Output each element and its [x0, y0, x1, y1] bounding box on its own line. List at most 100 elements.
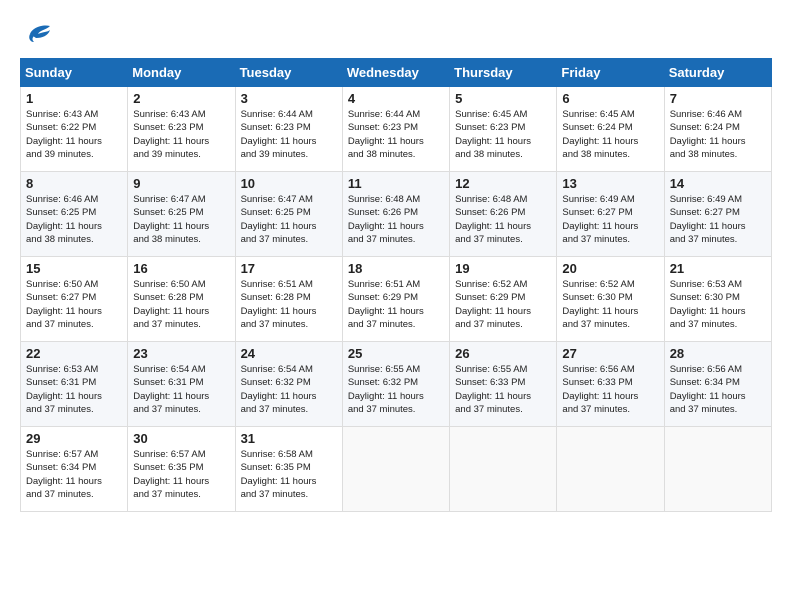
day-info: Sunrise: 6:56 AM Sunset: 6:34 PM Dayligh… [670, 363, 766, 416]
calendar-cell: 10 Sunrise: 6:47 AM Sunset: 6:25 PM Dayli… [235, 172, 342, 257]
calendar-cell: 8 Sunrise: 6:46 AM Sunset: 6:25 PM Daylig… [21, 172, 128, 257]
calendar-cell: 15 Sunrise: 6:50 AM Sunset: 6:27 PM Dayli… [21, 257, 128, 342]
day-info: Sunrise: 6:45 AM Sunset: 6:24 PM Dayligh… [562, 108, 658, 161]
day-info: Sunrise: 6:44 AM Sunset: 6:23 PM Dayligh… [241, 108, 337, 161]
day-number: 9 [133, 176, 229, 191]
calendar-cell: 24Sunrise: 6:54 AM Sunset: 6:32 PM Dayli… [235, 342, 342, 427]
calendar-cell: 19Sunrise: 6:52 AM Sunset: 6:29 PM Dayli… [450, 257, 557, 342]
weekday-header-saturday: Saturday [664, 59, 771, 87]
day-info: Sunrise: 6:53 AM Sunset: 6:30 PM Dayligh… [670, 278, 766, 331]
day-number: 25 [348, 346, 444, 361]
day-number: 20 [562, 261, 658, 276]
day-number: 16 [133, 261, 229, 276]
weekday-header-thursday: Thursday [450, 59, 557, 87]
day-number: 7 [670, 91, 766, 106]
calendar-cell: 20 Sunrise: 6:52 AM Sunset: 6:30 PM Dayli… [557, 257, 664, 342]
day-number: 22 [26, 346, 122, 361]
day-info: Sunrise: 6:57 AM Sunset: 6:35 PM Dayligh… [133, 448, 229, 501]
calendar-cell: 16 Sunrise: 6:50 AM Sunset: 6:28 PM Dayli… [128, 257, 235, 342]
calendar-cell: 5 Sunrise: 6:45 AM Sunset: 6:23 PM Daylig… [450, 87, 557, 172]
calendar-table: SundayMondayTuesdayWednesdayThursdayFrid… [20, 58, 772, 512]
calendar-cell: 27 Sunrise: 6:56 AM Sunset: 6:33 PM Dayli… [557, 342, 664, 427]
day-info: Sunrise: 6:58 AM Sunset: 6:35 PM Dayligh… [241, 448, 337, 501]
calendar-cell [450, 427, 557, 512]
calendar-body: 1 Sunrise: 6:43 AM Sunset: 6:22 PM Daylig… [21, 87, 772, 512]
calendar-week-3: 15 Sunrise: 6:50 AM Sunset: 6:27 PM Dayli… [21, 257, 772, 342]
calendar-cell: 29Sunrise: 6:57 AM Sunset: 6:34 PM Dayli… [21, 427, 128, 512]
calendar-cell: 28 Sunrise: 6:56 AM Sunset: 6:34 PM Dayli… [664, 342, 771, 427]
day-number: 28 [670, 346, 766, 361]
day-number: 12 [455, 176, 551, 191]
calendar-cell: 6 Sunrise: 6:45 AM Sunset: 6:24 PM Daylig… [557, 87, 664, 172]
day-number: 13 [562, 176, 658, 191]
calendar-header: SundayMondayTuesdayWednesdayThursdayFrid… [21, 59, 772, 87]
weekday-header-friday: Friday [557, 59, 664, 87]
day-number: 21 [670, 261, 766, 276]
calendar-cell: 17 Sunrise: 6:51 AM Sunset: 6:28 PM Dayli… [235, 257, 342, 342]
calendar-week-2: 8 Sunrise: 6:46 AM Sunset: 6:25 PM Daylig… [21, 172, 772, 257]
calendar-cell [664, 427, 771, 512]
day-info: Sunrise: 6:54 AM Sunset: 6:32 PM Dayligh… [241, 363, 337, 416]
day-info: Sunrise: 6:48 AM Sunset: 6:26 PM Dayligh… [348, 193, 444, 246]
day-number: 4 [348, 91, 444, 106]
calendar-cell: 21 Sunrise: 6:53 AM Sunset: 6:30 PM Dayli… [664, 257, 771, 342]
day-info: Sunrise: 6:43 AM Sunset: 6:23 PM Dayligh… [133, 108, 229, 161]
day-info: Sunrise: 6:55 AM Sunset: 6:33 PM Dayligh… [455, 363, 551, 416]
calendar-week-5: 29Sunrise: 6:57 AM Sunset: 6:34 PM Dayli… [21, 427, 772, 512]
day-info: Sunrise: 6:56 AM Sunset: 6:33 PM Dayligh… [562, 363, 658, 416]
day-info: Sunrise: 6:49 AM Sunset: 6:27 PM Dayligh… [562, 193, 658, 246]
day-info: Sunrise: 6:47 AM Sunset: 6:25 PM Dayligh… [133, 193, 229, 246]
calendar-week-1: 1 Sunrise: 6:43 AM Sunset: 6:22 PM Daylig… [21, 87, 772, 172]
day-number: 14 [670, 176, 766, 191]
day-info: Sunrise: 6:52 AM Sunset: 6:29 PM Dayligh… [455, 278, 551, 331]
day-number: 15 [26, 261, 122, 276]
day-info: Sunrise: 6:50 AM Sunset: 6:28 PM Dayligh… [133, 278, 229, 331]
day-info: Sunrise: 6:43 AM Sunset: 6:22 PM Dayligh… [26, 108, 122, 161]
day-number: 29 [26, 431, 122, 446]
calendar-cell: 3Sunrise: 6:44 AM Sunset: 6:23 PM Daylig… [235, 87, 342, 172]
day-number: 17 [241, 261, 337, 276]
calendar-cell [342, 427, 449, 512]
day-info: Sunrise: 6:54 AM Sunset: 6:31 PM Dayligh… [133, 363, 229, 416]
day-info: Sunrise: 6:47 AM Sunset: 6:25 PM Dayligh… [241, 193, 337, 246]
calendar-cell: 7 Sunrise: 6:46 AM Sunset: 6:24 PM Daylig… [664, 87, 771, 172]
day-info: Sunrise: 6:45 AM Sunset: 6:23 PM Dayligh… [455, 108, 551, 161]
calendar-cell: 23 Sunrise: 6:54 AM Sunset: 6:31 PM Dayli… [128, 342, 235, 427]
calendar-cell: 13 Sunrise: 6:49 AM Sunset: 6:27 PM Dayli… [557, 172, 664, 257]
day-info: Sunrise: 6:51 AM Sunset: 6:28 PM Dayligh… [241, 278, 337, 331]
day-info: Sunrise: 6:53 AM Sunset: 6:31 PM Dayligh… [26, 363, 122, 416]
day-number: 6 [562, 91, 658, 106]
calendar-cell: 26 Sunrise: 6:55 AM Sunset: 6:33 PM Dayli… [450, 342, 557, 427]
day-number: 18 [348, 261, 444, 276]
calendar-cell: 22 Sunrise: 6:53 AM Sunset: 6:31 PM Dayli… [21, 342, 128, 427]
calendar-cell: 4Sunrise: 6:44 AM Sunset: 6:23 PM Daylig… [342, 87, 449, 172]
logo-bird-icon [22, 20, 52, 48]
day-number: 2 [133, 91, 229, 106]
calendar-cell: 12Sunrise: 6:48 AM Sunset: 6:26 PM Dayli… [450, 172, 557, 257]
calendar-cell: 9 Sunrise: 6:47 AM Sunset: 6:25 PM Daylig… [128, 172, 235, 257]
day-number: 11 [348, 176, 444, 191]
calendar-cell [557, 427, 664, 512]
day-info: Sunrise: 6:46 AM Sunset: 6:25 PM Dayligh… [26, 193, 122, 246]
calendar-week-4: 22 Sunrise: 6:53 AM Sunset: 6:31 PM Dayli… [21, 342, 772, 427]
weekday-header-monday: Monday [128, 59, 235, 87]
calendar-cell: 11 Sunrise: 6:48 AM Sunset: 6:26 PM Dayli… [342, 172, 449, 257]
calendar-cell: 25Sunrise: 6:55 AM Sunset: 6:32 PM Dayli… [342, 342, 449, 427]
day-number: 27 [562, 346, 658, 361]
day-info: Sunrise: 6:50 AM Sunset: 6:27 PM Dayligh… [26, 278, 122, 331]
logo [20, 20, 52, 48]
day-number: 23 [133, 346, 229, 361]
calendar-cell: 14 Sunrise: 6:49 AM Sunset: 6:27 PM Dayli… [664, 172, 771, 257]
calendar-cell: 2 Sunrise: 6:43 AM Sunset: 6:23 PM Daylig… [128, 87, 235, 172]
day-info: Sunrise: 6:46 AM Sunset: 6:24 PM Dayligh… [670, 108, 766, 161]
day-number: 8 [26, 176, 122, 191]
day-number: 1 [26, 91, 122, 106]
day-number: 5 [455, 91, 551, 106]
day-number: 10 [241, 176, 337, 191]
day-number: 31 [241, 431, 337, 446]
day-info: Sunrise: 6:49 AM Sunset: 6:27 PM Dayligh… [670, 193, 766, 246]
weekday-header-tuesday: Tuesday [235, 59, 342, 87]
day-number: 26 [455, 346, 551, 361]
day-info: Sunrise: 6:52 AM Sunset: 6:30 PM Dayligh… [562, 278, 658, 331]
calendar-cell: 31 Sunrise: 6:58 AM Sunset: 6:35 PM Dayli… [235, 427, 342, 512]
